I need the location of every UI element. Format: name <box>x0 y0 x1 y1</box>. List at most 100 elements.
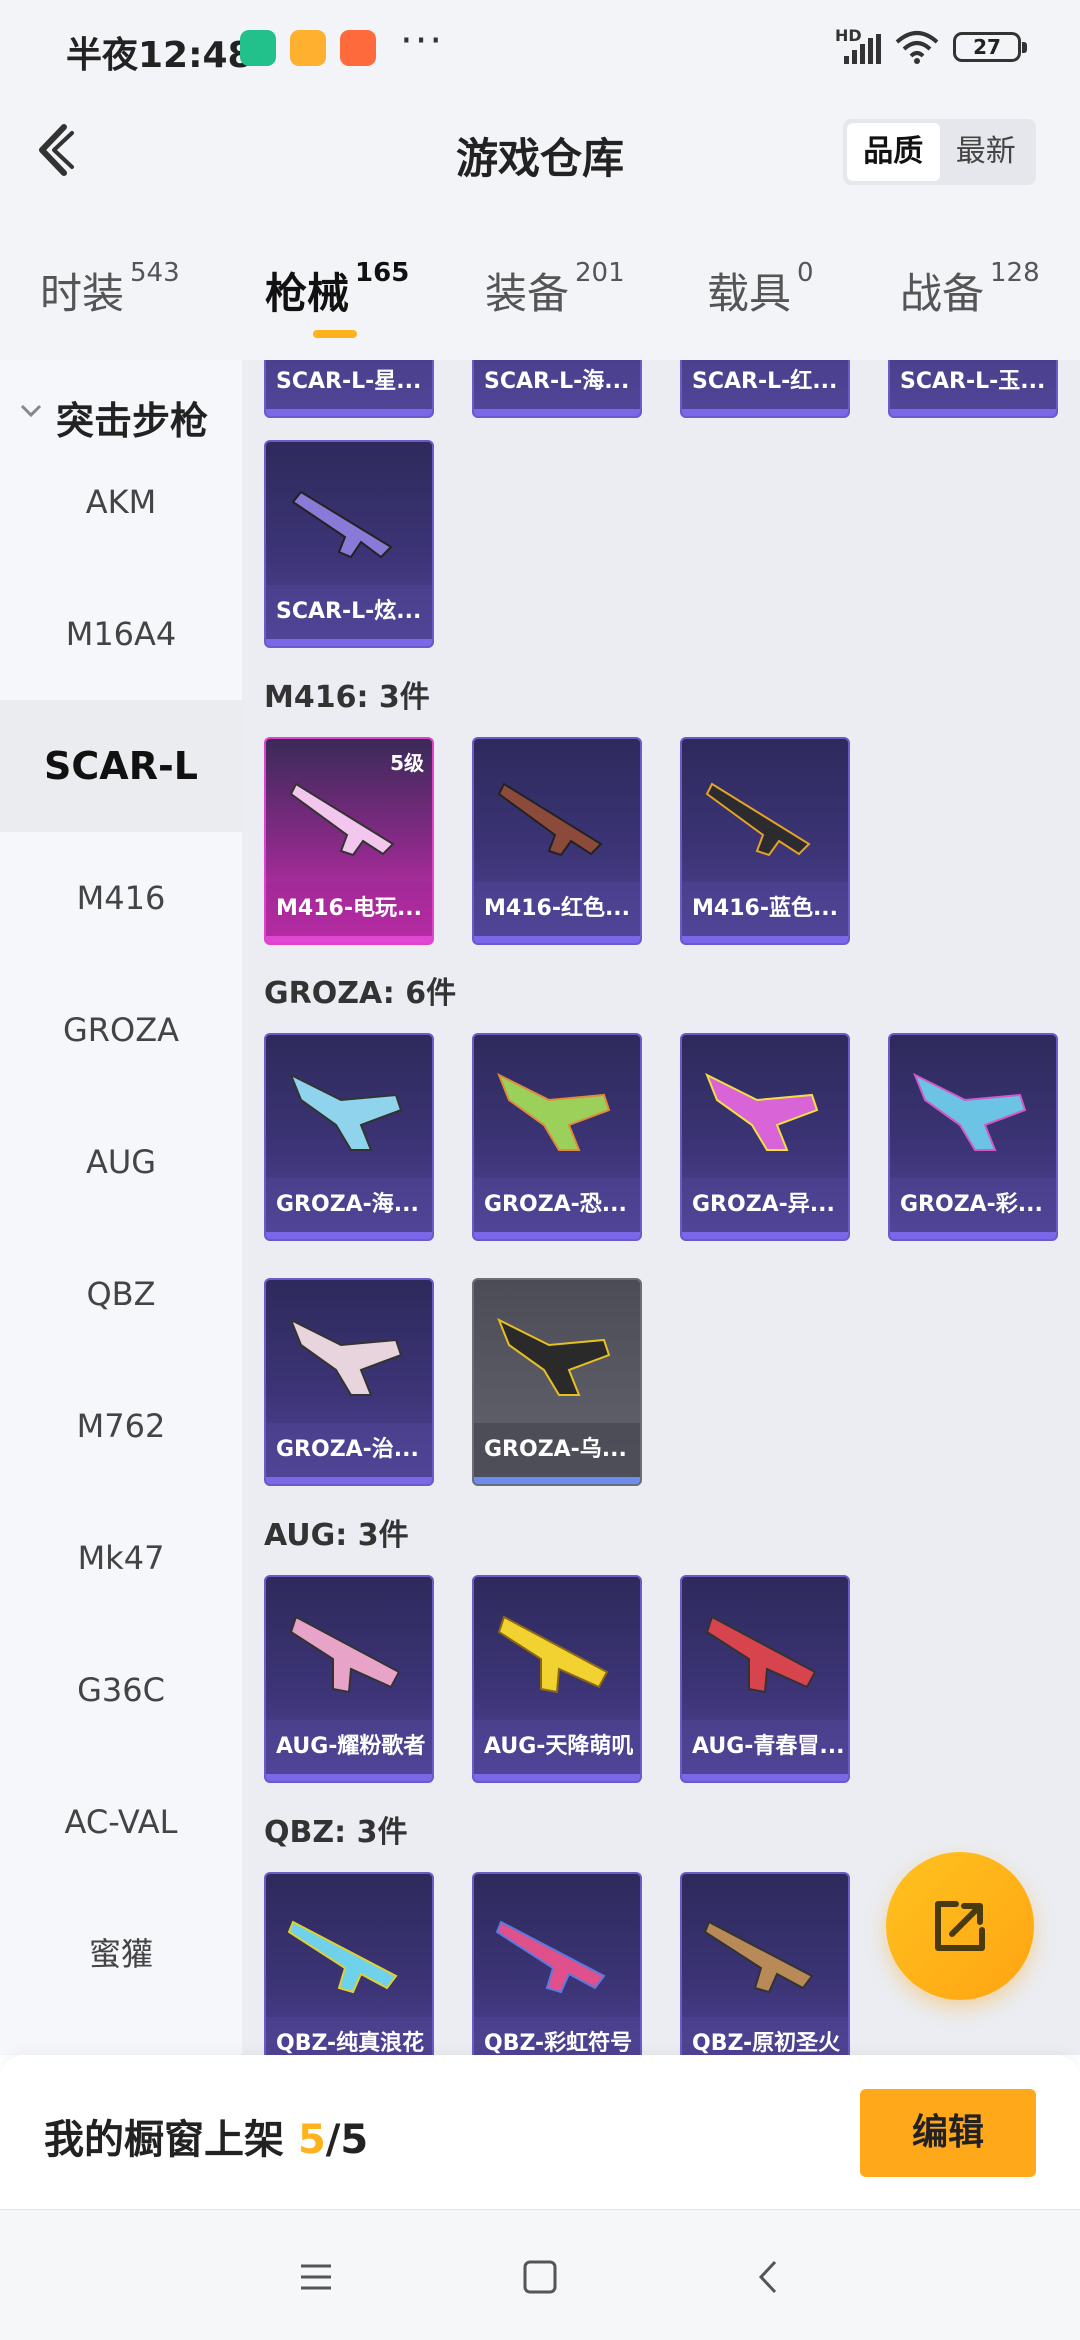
sidebar-item-akm[interactable]: AKM <box>0 436 242 568</box>
sidebar-item-aug[interactable]: AUG <box>0 1096 242 1228</box>
sidebar-item-m762[interactable]: M762 <box>0 1360 242 1492</box>
rifle-icon <box>289 782 395 857</box>
menu-icon[interactable] <box>291 2252 341 2302</box>
skin-card-name: AUG-耀粉歌者 <box>266 1720 432 1774</box>
shop-app-icon <box>340 30 376 66</box>
rifle-icon <box>289 1615 401 1694</box>
skin-card-name: QBZ-原初圣火 <box>682 2017 848 2055</box>
share-icon <box>935 1901 985 1951</box>
showcase-status: 我的橱窗上架 5/5 <box>44 2107 368 2165</box>
skin-card[interactable]: QBZ-原初圣火 <box>680 1872 850 2055</box>
sort-toggle: 品质 最新 <box>843 119 1036 185</box>
status-time: 半夜12:48 <box>66 35 253 76</box>
skin-card-name: GROZA-乌... <box>474 1423 640 1477</box>
sidebar-item-mk47[interactable]: Mk47 <box>0 1492 242 1624</box>
rifle-icon <box>495 1920 606 1994</box>
sidebar-item-ac-val[interactable]: AC-VAL <box>0 1756 242 1888</box>
sidebar-item-g36c[interactable]: G36C <box>0 1624 242 1756</box>
skin-card[interactable]: SCAR-L-玉... <box>888 360 1058 418</box>
tab-label: 时装 <box>40 269 125 318</box>
rifle-icon <box>291 490 393 559</box>
skin-card[interactable]: QBZ-纯真浪花 <box>264 1872 434 2055</box>
rifle-icon <box>497 1615 609 1694</box>
skin-card-name: QBZ-彩虹符号 <box>474 2017 640 2055</box>
tab-count: 201 <box>575 258 625 288</box>
skin-card[interactable]: GROZA-彩... <box>888 1033 1058 1241</box>
skin-card-name: M416-蓝色... <box>682 882 848 936</box>
chevron-down-icon <box>20 404 42 418</box>
tab-weapons[interactable]: 枪械 165 <box>265 258 410 321</box>
tab-count: 543 <box>130 258 180 288</box>
skin-card-name: SCAR-L-炫... <box>266 585 432 639</box>
tab-supplies[interactable]: 战备 128 <box>900 258 1040 321</box>
skin-card[interactable]: AUG-天降萌叽 <box>472 1575 642 1783</box>
note-app-icon <box>290 30 326 66</box>
skin-card-name: SCAR-L-红... <box>682 360 848 409</box>
sidebar-item-groza[interactable]: GROZA <box>0 964 242 1096</box>
sidebar-item-honey-badger[interactable]: 蜜獾 <box>0 1888 242 2020</box>
rifle-icon <box>705 1615 817 1694</box>
skin-card-name: M416-电玩... <box>266 882 432 936</box>
sidebar-item-qbz[interactable]: QBZ <box>0 1228 242 1360</box>
skin-card[interactable]: SCAR-L-红... <box>680 360 850 418</box>
rifle-icon <box>705 1072 819 1151</box>
edit-button[interactable]: 编辑 <box>860 2089 1036 2177</box>
skin-card-name: GROZA-彩... <box>890 1178 1056 1232</box>
tab-equipment[interactable]: 装备 201 <box>485 258 625 321</box>
section-label: AUG: 3件 <box>264 1518 409 1553</box>
system-nav-bar <box>0 2209 1080 2340</box>
skin-card-name: M416-红色... <box>474 882 640 936</box>
skin-card[interactable]: AUG-青春冒... <box>680 1575 850 1783</box>
weapon-type-sidebar: 突击步枪 AKM M16A4 SCAR-L M416 GROZA AUG QBZ… <box>0 360 242 2055</box>
showcase-current-count: 5 <box>297 2117 326 2163</box>
showcase-total-count: 5 <box>340 2117 369 2163</box>
skin-card[interactable]: GROZA-海... <box>264 1033 434 1241</box>
section-label: QBZ: 3件 <box>264 1815 408 1850</box>
rifle-icon <box>705 782 811 857</box>
tab-label: 战备 <box>900 269 985 318</box>
tab-count: 165 <box>355 258 410 288</box>
showcase-panel: 我的橱窗上架 5/5 编辑 <box>0 2055 1080 2209</box>
sidebar-item-scar-l[interactable]: SCAR-L <box>0 700 242 832</box>
tab-vehicles[interactable]: 载具 0 <box>707 258 814 321</box>
skin-card-name: SCAR-L-星... <box>266 360 432 409</box>
battery-icon: 27 <box>953 32 1027 62</box>
skin-card[interactable]: GROZA-乌... <box>472 1278 642 1486</box>
skin-card[interactable]: 5级 M416-电玩... <box>264 737 434 945</box>
rifle-icon <box>497 782 603 857</box>
header: 游戏仓库 品质 最新 <box>0 95 1080 215</box>
signal-icon <box>844 34 881 64</box>
rifle-icon <box>497 1072 611 1151</box>
skin-card-name: QBZ-纯真浪花 <box>266 2017 432 2055</box>
sort-newest-option[interactable]: 最新 <box>940 123 1033 181</box>
skin-card[interactable]: SCAR-L-炫... <box>264 440 434 648</box>
skin-card-name: AUG-青春冒... <box>682 1720 848 1774</box>
skin-card-name: SCAR-L-海... <box>474 360 640 409</box>
skin-card[interactable]: M416-蓝色... <box>680 737 850 945</box>
skin-card[interactable]: GROZA-治... <box>264 1278 434 1486</box>
active-tab-indicator <box>313 330 357 338</box>
sidebar-item-m16a4[interactable]: M16A4 <box>0 568 242 700</box>
skin-card-name: GROZA-治... <box>266 1423 432 1477</box>
rifle-icon <box>287 1920 398 1994</box>
skin-card[interactable]: AUG-耀粉歌者 <box>264 1575 434 1783</box>
skin-card[interactable]: M416-红色... <box>472 737 642 945</box>
share-button[interactable] <box>886 1852 1034 2000</box>
showcase-label: 我的橱窗上架 <box>44 2117 284 2163</box>
rifle-icon <box>497 1317 611 1396</box>
skin-card-name: SCAR-L-玉... <box>890 360 1056 409</box>
skin-card[interactable]: GROZA-恐... <box>472 1033 642 1241</box>
sort-quality-option[interactable]: 品质 <box>847 123 940 181</box>
home-icon[interactable] <box>515 2252 565 2302</box>
sidebar-item-m416[interactable]: M416 <box>0 832 242 964</box>
tab-fashion[interactable]: 时装 543 <box>40 258 180 321</box>
back-nav-icon[interactable] <box>745 2252 795 2302</box>
skin-card[interactable]: SCAR-L-星... <box>264 360 434 418</box>
category-tabs: 时装 543 枪械 165 装备 201 载具 0 战备 128 <box>0 215 1080 360</box>
skin-card[interactable]: QBZ-彩虹符号 <box>472 1872 642 2055</box>
rifle-icon <box>289 1317 403 1396</box>
tab-label: 载具 <box>707 269 792 318</box>
skin-card[interactable]: SCAR-L-海... <box>472 360 642 418</box>
tab-count: 0 <box>797 258 814 288</box>
skin-card[interactable]: GROZA-异... <box>680 1033 850 1241</box>
